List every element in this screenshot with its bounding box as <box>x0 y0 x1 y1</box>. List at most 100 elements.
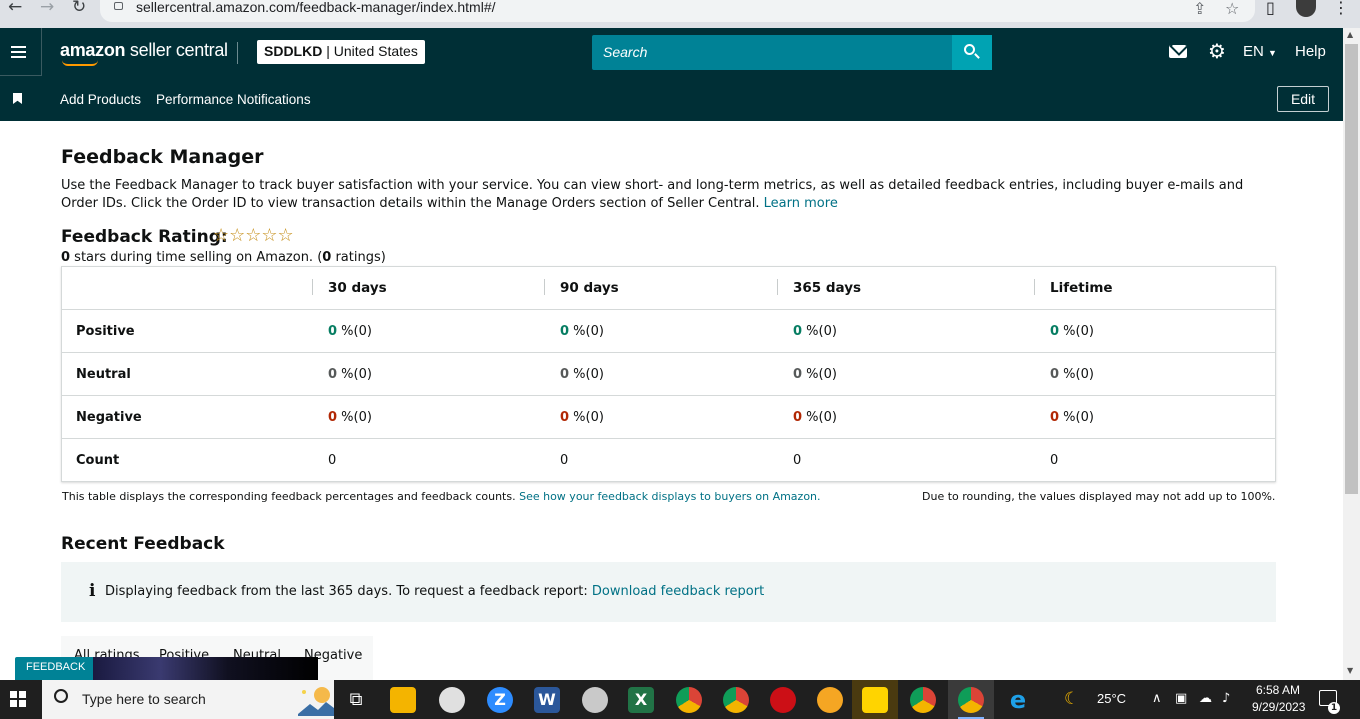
chrome-icon[interactable] <box>910 687 936 713</box>
menu-dots-icon[interactable]: ⋮ <box>1333 0 1349 17</box>
app-icon[interactable] <box>439 687 465 713</box>
intro-text: Use the Feedback Manager to track buyer … <box>61 178 1244 211</box>
nav-divider <box>237 42 238 64</box>
mail-icon[interactable] <box>1169 45 1187 58</box>
back-icon[interactable]: ← <box>8 0 22 16</box>
table-row: Neutral 0 %(0) 0 %(0) 0 %(0) 0 %(0) <box>62 353 1275 396</box>
performance-notifications-link[interactable]: Performance Notifications <box>156 92 311 107</box>
row-label: Negative <box>76 410 142 425</box>
top-navigation: amazon seller central SDDLKD | United St… <box>0 28 1343 77</box>
download-feedback-report-link[interactable]: Download feedback report <box>592 584 764 599</box>
share-icon[interactable]: ⇪ <box>1193 0 1206 18</box>
temperature[interactable]: 25°C <box>1097 691 1126 706</box>
app-icon[interactable] <box>817 687 843 713</box>
excel-icon[interactable]: X <box>628 687 654 713</box>
chrome-icon[interactable] <box>723 687 749 713</box>
scroll-thumb[interactable] <box>1345 44 1358 494</box>
feedback-button[interactable]: FEEDBACK <box>15 657 95 680</box>
column-header: 365 days <box>793 280 862 296</box>
address-bar[interactable]: sellercentral.amazon.com/feedback-manage… <box>100 0 1255 22</box>
table-cell: 0 %(0) <box>793 324 837 339</box>
weather-icon[interactable]: ☾ <box>1064 689 1079 709</box>
scroll-up-icon[interactable]: ▲ <box>1347 30 1353 39</box>
table-cell: 0 <box>560 453 569 468</box>
edit-button[interactable]: Edit <box>1277 86 1329 112</box>
search-icon <box>964 44 975 55</box>
stars-summary: 0 stars during time selling on Amazon. (… <box>61 250 386 265</box>
url-text: sellercentral.amazon.com/feedback-manage… <box>136 0 496 15</box>
page-title: Feedback Manager <box>61 146 264 168</box>
lock-icon <box>114 2 123 10</box>
taskbar-search-input[interactable]: Type here to search <box>42 680 334 719</box>
table-header-row: 30 days 90 days 365 days Lifetime <box>62 267 1275 310</box>
table-cell: 0 %(0) <box>560 410 604 425</box>
table-cell: 0 %(0) <box>793 367 837 382</box>
column-header: 30 days <box>328 280 387 296</box>
bookmark-icon[interactable] <box>13 93 22 104</box>
language-selector[interactable]: EN ▼ <box>1243 43 1277 60</box>
row-label: Neutral <box>76 367 131 382</box>
recent-feedback-title: Recent Feedback <box>61 534 225 554</box>
file-explorer-icon[interactable] <box>390 687 416 713</box>
table-cell: 0 %(0) <box>328 410 372 425</box>
search-placeholder: Search <box>603 44 648 60</box>
bookmark-star-icon[interactable]: ☆ <box>1225 0 1239 18</box>
star-rating-icon: ☆☆☆☆☆ <box>213 225 294 246</box>
table-cell: 0 %(0) <box>560 324 604 339</box>
table-row: Negative 0 %(0) 0 %(0) 0 %(0) 0 %(0) <box>62 396 1275 439</box>
info-icon: i <box>89 581 96 601</box>
page-scrollbar[interactable]: ▲ ▼ <box>1343 28 1360 680</box>
internet-explorer-icon[interactable]: e <box>1005 687 1031 713</box>
seller-central-logo[interactable]: amazon seller central <box>60 40 228 61</box>
sidebar-icon[interactable]: ▯ <box>1266 0 1275 17</box>
network-icon[interactable]: ☁ <box>1199 691 1212 706</box>
search-button[interactable] <box>952 35 992 70</box>
zoom-icon[interactable]: Z <box>487 687 513 713</box>
store-selector[interactable]: SDDLKD | United States <box>257 40 425 64</box>
forward-icon[interactable]: → <box>40 0 54 16</box>
word-icon[interactable]: W <box>534 687 560 713</box>
hamburger-menu-icon[interactable] <box>0 28 42 76</box>
task-view-icon[interactable]: ⧉ <box>343 687 369 713</box>
help-link[interactable]: Help <box>1295 43 1326 60</box>
tray-chevron-icon[interactable]: ∧ <box>1152 691 1162 706</box>
clock[interactable]: 6:58 AM 9/29/2023 <box>1252 682 1305 716</box>
scroll-down-icon[interactable]: ▼ <box>1347 666 1353 675</box>
info-text: Displaying feedback from the last 365 da… <box>105 584 765 599</box>
table-cell: 0 <box>793 453 802 468</box>
table-cell: 0 %(0) <box>1050 324 1094 339</box>
rounding-note: Due to rounding, the values displayed ma… <box>922 490 1276 503</box>
table-cell: 0 %(0) <box>328 367 372 382</box>
amazon-smile-icon <box>62 60 98 66</box>
table-cell: 0 <box>1050 453 1059 468</box>
volume-icon[interactable]: ♪ <box>1222 691 1230 706</box>
reload-icon[interactable]: ↻ <box>72 0 86 16</box>
table-footnote: This table displays the corresponding fe… <box>62 490 821 503</box>
table-cell: 0 %(0) <box>1050 410 1094 425</box>
table-row: Count 0 0 0 0 <box>62 439 1275 482</box>
column-header: Lifetime <box>1050 280 1113 296</box>
windows-start-icon[interactable] <box>10 691 26 707</box>
profile-avatar[interactable] <box>1296 0 1316 17</box>
learn-more-link[interactable]: Learn more <box>764 196 838 211</box>
feedback-display-link[interactable]: See how your feedback displays to buyers… <box>519 490 820 503</box>
browser-toolbar: ← → ↻ sellercentral.amazon.com/feedback-… <box>0 0 1360 28</box>
feedback-table: 30 days 90 days 365 days Lifetime Positi… <box>61 266 1276 482</box>
opera-icon[interactable] <box>770 687 796 713</box>
chrome-icon[interactable] <box>676 687 702 713</box>
search-input[interactable]: Search <box>592 35 952 70</box>
notification-badge: 1 <box>1328 702 1340 714</box>
gear-icon[interactable]: ⚙ <box>1207 41 1227 61</box>
info-alert: i Displaying feedback from the last 365 … <box>61 562 1276 622</box>
chevron-down-icon: ▼ <box>1268 48 1277 58</box>
app-icon[interactable] <box>582 687 608 713</box>
meet-now-icon[interactable]: ▣ <box>1175 691 1187 706</box>
table-cell: 0 %(0) <box>1050 367 1094 382</box>
add-products-link[interactable]: Add Products <box>60 92 141 107</box>
sticky-notes-icon[interactable] <box>862 687 888 713</box>
bookmarks-bar: Add Products Performance Notifications E… <box>0 77 1343 121</box>
video-overlay <box>93 657 318 680</box>
column-header: 90 days <box>560 280 619 296</box>
chrome-icon[interactable] <box>958 687 984 713</box>
table-cell: 0 <box>328 453 337 468</box>
